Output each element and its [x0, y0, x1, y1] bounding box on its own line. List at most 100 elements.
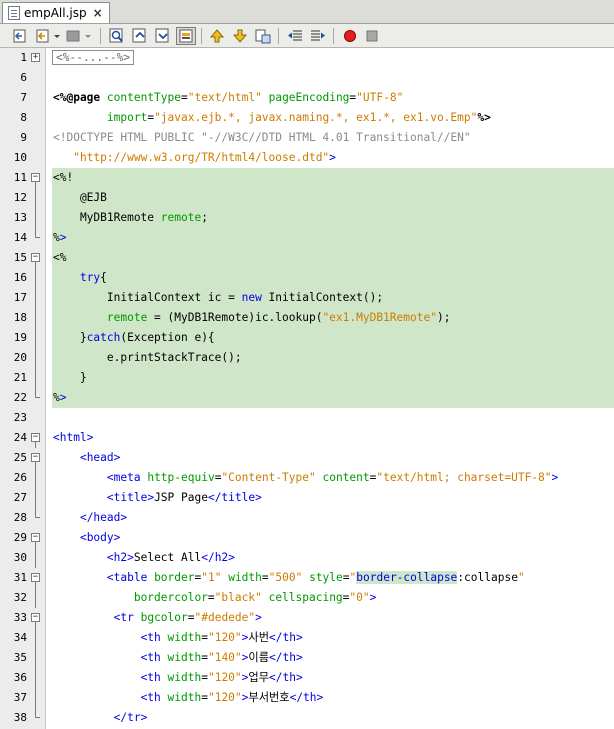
- code-line[interactable]: 16 try{: [0, 268, 614, 288]
- code-line[interactable]: 1 + <%--...--%>: [0, 48, 614, 68]
- line-number: 11: [13, 171, 27, 184]
- fold-end-marker: [35, 508, 40, 518]
- fold-guide: [35, 488, 36, 508]
- toggle-highlight-icon[interactable]: [176, 27, 196, 45]
- code-text: bordercolor="black" cellspacing="0">: [133, 591, 377, 604]
- find-next-icon[interactable]: [154, 27, 172, 45]
- record-macro-icon[interactable]: [341, 27, 359, 45]
- code-text: <th width="120">부서번호</th>: [140, 691, 324, 704]
- stop-macro-icon[interactable]: [363, 27, 381, 45]
- code-line[interactable]: 31− <table border="1" width="500" style=…: [0, 568, 614, 588]
- collapse-fold-icon[interactable]: −: [31, 533, 40, 542]
- next-bookmark-icon[interactable]: [231, 27, 249, 45]
- fold-guide: [35, 208, 36, 228]
- find-previous-icon[interactable]: [131, 27, 149, 45]
- code-line[interactable]: 11− <%!: [0, 168, 614, 188]
- code-line[interactable]: 6: [0, 68, 614, 88]
- line-number: 26: [13, 471, 27, 484]
- code-line[interactable]: 27 <title>JSP Page</title>: [0, 488, 614, 508]
- code-text: @EJB: [53, 191, 107, 204]
- back-dropdown-icon[interactable]: [52, 27, 62, 45]
- code-text: <meta http-equiv="Content-Type" content=…: [106, 471, 559, 484]
- code-line[interactable]: 34 <th width="120">사번</th>: [0, 628, 614, 648]
- shift-right-icon[interactable]: [309, 27, 327, 45]
- tab-empall-jsp[interactable]: empAll.jsp ×: [2, 2, 110, 23]
- code-line[interactable]: 35 <th width="140">이름</th>: [0, 648, 614, 668]
- collapse-fold-icon[interactable]: −: [31, 453, 40, 462]
- fold-end-marker: [35, 388, 40, 398]
- code-line[interactable]: 29− <body>: [0, 528, 614, 548]
- collapse-fold-icon[interactable]: −: [31, 173, 40, 182]
- code-line[interactable]: 18 remote = (MyDB1Remote)ic.lookup("ex1.…: [0, 308, 614, 328]
- line-number: 37: [13, 691, 27, 704]
- code-line[interactable]: 9 <!DOCTYPE HTML PUBLIC "-//W3C//DTD HTML…: [0, 128, 614, 148]
- code-line[interactable]: 24− <html>: [0, 428, 614, 448]
- collapse-fold-icon[interactable]: −: [31, 433, 40, 442]
- code-line[interactable]: 23: [0, 408, 614, 428]
- code-line[interactable]: 25− <head>: [0, 448, 614, 468]
- code-text: %>: [53, 391, 67, 404]
- collapse-fold-icon[interactable]: −: [31, 573, 40, 582]
- code-line[interactable]: 15− <%: [0, 248, 614, 268]
- line-number: 15: [13, 251, 27, 264]
- code-line[interactable]: 17 InitialContext ic = new InitialContex…: [0, 288, 614, 308]
- code-line[interactable]: 12 @EJB: [0, 188, 614, 208]
- code-line[interactable]: 37 <th width="120">부서번호</th>: [0, 688, 614, 708]
- collapse-fold-icon[interactable]: −: [31, 613, 40, 622]
- code-line[interactable]: 38 </tr>: [0, 708, 614, 728]
- code-line[interactable]: 26 <meta http-equiv="Content-Type" conte…: [0, 468, 614, 488]
- code-line[interactable]: 20 e.printStackTrace();: [0, 348, 614, 368]
- fold-end-marker: [35, 708, 40, 718]
- line-number: 24: [13, 431, 27, 444]
- code-text: <title>JSP Page</title>: [106, 491, 262, 504]
- jsp-file-icon: [8, 6, 20, 20]
- code-line[interactable]: 13 MyDB1Remote remote;: [0, 208, 614, 228]
- code-line[interactable]: 21 }: [0, 368, 614, 388]
- code-line[interactable]: 10 "http://www.w3.org/TR/html4/loose.dtd…: [0, 148, 614, 168]
- code-line[interactable]: 36 <th width="120">업무</th>: [0, 668, 614, 688]
- line-number: 35: [13, 651, 27, 664]
- code-line[interactable]: 7 <%@page contentType="text/html" pageEnc…: [0, 88, 614, 108]
- line-number: 29: [13, 531, 27, 544]
- code-line[interactable]: 30 <h2>Select All</h2>: [0, 548, 614, 568]
- code-line[interactable]: 33− <tr bgcolor="#dedede">: [0, 608, 614, 628]
- line-number: 13: [13, 211, 27, 224]
- close-tab-icon[interactable]: ×: [93, 6, 103, 20]
- toggle-bookmark-icon[interactable]: [254, 27, 272, 45]
- code-line[interactable]: 19 }catch(Exception e){: [0, 328, 614, 348]
- line-number: 10: [13, 151, 27, 164]
- code-text: <tr bgcolor="#dedede">: [113, 611, 262, 624]
- find-icon[interactable]: [108, 27, 126, 45]
- last-edit-icon[interactable]: [11, 27, 29, 45]
- collapse-fold-icon[interactable]: −: [31, 253, 40, 262]
- code-editor[interactable]: 1 + <%--...--%> 6 7 <%@page contentType="text…: [0, 48, 614, 729]
- code-text: <table border="1" width="500" style="bor…: [106, 571, 525, 584]
- previous-bookmark-icon[interactable]: [208, 27, 226, 45]
- expand-fold-icon[interactable]: +: [31, 53, 40, 62]
- line-number: 14: [13, 231, 27, 244]
- forward-icon[interactable]: [64, 27, 82, 45]
- fold-guide: [35, 688, 36, 708]
- code-line[interactable]: 8 import="javax.ejb.*, javax.naming.*, e…: [0, 108, 614, 128]
- line-number: 28: [13, 511, 27, 524]
- line-number: 19: [13, 331, 27, 344]
- fold-guide: [35, 348, 36, 368]
- code-line[interactable]: 14 %>: [0, 228, 614, 248]
- code-text: }catch(Exception e){: [53, 331, 215, 344]
- back-icon[interactable]: [34, 27, 52, 45]
- forward-dropdown-icon[interactable]: [83, 27, 93, 45]
- shift-left-icon[interactable]: [286, 27, 304, 45]
- collapsed-comment[interactable]: <%--...--%>: [52, 50, 135, 65]
- line-number: 18: [13, 311, 27, 324]
- code-text: <%--...--%>: [52, 48, 135, 68]
- line-number: 30: [13, 551, 27, 564]
- code-text: </tr>: [113, 711, 148, 724]
- code-line[interactable]: 32 bordercolor="black" cellspacing="0">: [0, 588, 614, 608]
- code-text: <body>: [79, 531, 121, 544]
- editor-tab-bar: empAll.jsp ×: [0, 0, 614, 24]
- code-line[interactable]: 28 </head>: [0, 508, 614, 528]
- fold-guide: [35, 668, 36, 688]
- line-number: 8: [20, 111, 27, 124]
- code-text: </head>: [79, 511, 128, 524]
- code-line[interactable]: 22 %>: [0, 388, 614, 408]
